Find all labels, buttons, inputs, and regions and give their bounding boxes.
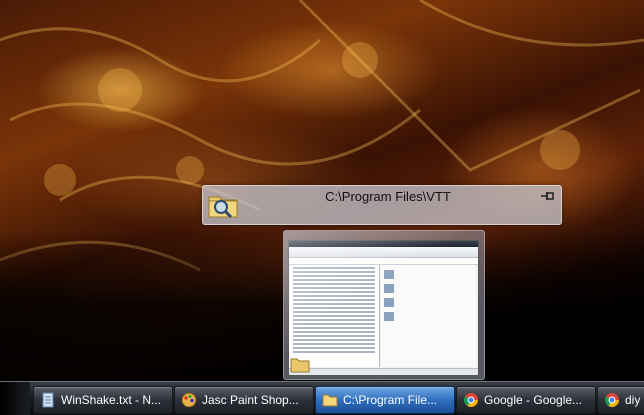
taskbar-button-google[interactable]: Google - Google...: [456, 386, 596, 414]
folder-icon: [290, 358, 310, 373]
taskbar-button-program-files[interactable]: C:\Program File...: [315, 386, 455, 414]
chrome-icon: [604, 393, 619, 407]
notepad-icon: [42, 392, 54, 408]
window-title-panel[interactable]: C:\Program Files\VTT: [202, 185, 562, 225]
taskbar-button-label: Google - Google...: [484, 393, 583, 407]
window-preview-thumbnail[interactable]: [283, 230, 485, 380]
window-title: C:\Program Files\VTT: [325, 189, 451, 204]
paint-shop-icon: [181, 392, 197, 408]
taskbar: WinShake.txt - N... Jasc Paint Shop... C…: [0, 381, 644, 415]
chrome-icon: [463, 393, 478, 407]
taskbar-button-label: C:\Program File...: [343, 393, 438, 407]
taskbar-button-label: diy: [625, 393, 641, 407]
pin-icon[interactable]: [541, 191, 555, 201]
taskbar-button-winshake[interactable]: WinShake.txt - N...: [33, 386, 173, 414]
taskbar-button-diy[interactable]: diy: [597, 386, 644, 414]
folder-icon: [322, 394, 338, 407]
folder-search-icon: [208, 196, 238, 219]
taskbar-button-label: Jasc Paint Shop...: [202, 393, 299, 407]
taskbar-button-label: WinShake.txt - N...: [61, 393, 162, 407]
taskbar-button-paint-shop[interactable]: Jasc Paint Shop...: [174, 386, 314, 414]
